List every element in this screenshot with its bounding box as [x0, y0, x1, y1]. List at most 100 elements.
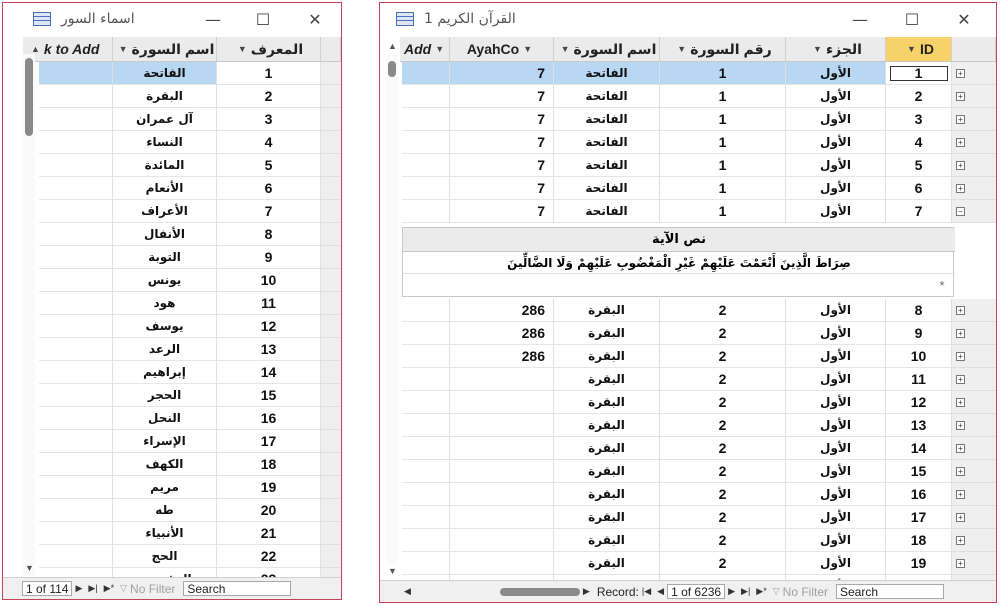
id-cell[interactable]: 12: [217, 315, 321, 338]
click-to-add-cell[interactable]: [402, 177, 450, 200]
id-cell[interactable]: 6: [886, 177, 952, 200]
row-selector[interactable]: +: [952, 368, 996, 391]
surah-number-cell[interactable]: 1: [660, 200, 786, 223]
part-cell[interactable]: الأول: [786, 131, 886, 154]
surah-name-cell[interactable]: البقرة: [554, 552, 660, 575]
id-cell[interactable]: 16: [886, 483, 952, 506]
row-selector[interactable]: [321, 476, 341, 499]
scroll-right-icon[interactable]: ▶: [583, 586, 590, 597]
surah-name-cell[interactable]: البقرة: [554, 322, 660, 345]
ayah-count-cell[interactable]: [450, 437, 554, 460]
ayah-count-cell[interactable]: 7: [450, 62, 554, 85]
part-cell[interactable]: الأول: [786, 345, 886, 368]
row-selector[interactable]: +: [952, 345, 996, 368]
part-cell[interactable]: الأول: [786, 460, 886, 483]
header-id[interactable]: ▼ ID: [886, 37, 952, 62]
surah-name-cell[interactable]: الإسراء: [113, 430, 217, 453]
surah-number-cell[interactable]: 2: [660, 414, 786, 437]
ayah-count-cell[interactable]: [450, 368, 554, 391]
id-cell[interactable]: 7: [886, 200, 952, 223]
id-cell[interactable]: 3: [886, 108, 952, 131]
click-to-add-cell[interactable]: [402, 299, 450, 322]
part-cell[interactable]: الأول: [786, 391, 886, 414]
part-cell[interactable]: الأول: [786, 506, 886, 529]
part-cell[interactable]: الأول: [786, 200, 886, 223]
row-selector[interactable]: [321, 453, 341, 476]
vertical-scrollbar-track[interactable]: [23, 54, 35, 576]
expand-icon[interactable]: +: [956, 115, 965, 124]
surah-number-cell[interactable]: 2: [660, 552, 786, 575]
row-selector[interactable]: [321, 62, 341, 85]
expand-icon[interactable]: +: [956, 375, 965, 384]
click-to-add-cell[interactable]: [402, 483, 450, 506]
id-cell[interactable]: 7: [217, 200, 321, 223]
id-cell[interactable]: 19: [217, 476, 321, 499]
row-selector[interactable]: [321, 407, 341, 430]
click-to-add-cell[interactable]: [39, 108, 113, 131]
surah-number-cell[interactable]: 2: [660, 368, 786, 391]
click-to-add-cell[interactable]: [402, 62, 450, 85]
row-selector[interactable]: +: [952, 322, 996, 345]
click-to-add-cell[interactable]: [39, 246, 113, 269]
click-to-add-cell[interactable]: [39, 223, 113, 246]
surah-name-cell[interactable]: البقرة: [554, 483, 660, 506]
row-selector[interactable]: +: [952, 154, 996, 177]
ayah-count-cell[interactable]: [450, 506, 554, 529]
new-row-icon[interactable]: *: [933, 274, 951, 296]
ayah-count-cell[interactable]: 7: [450, 131, 554, 154]
surah-name-cell[interactable]: البقرة: [554, 414, 660, 437]
expand-icon[interactable]: +: [956, 352, 965, 361]
ayah-count-cell[interactable]: [450, 483, 554, 506]
row-selector[interactable]: +: [952, 552, 996, 575]
id-cell[interactable]: 15: [217, 384, 321, 407]
surah-name-cell[interactable]: البقرة: [554, 368, 660, 391]
click-to-add-cell[interactable]: [39, 338, 113, 361]
subdatasheet-header[interactable]: نص الآية: [403, 228, 955, 252]
surah-name-cell[interactable]: المائدة: [113, 154, 217, 177]
click-to-add-cell[interactable]: [39, 430, 113, 453]
row-selector[interactable]: +: [952, 483, 996, 506]
surah-name-cell[interactable]: البقرة: [554, 460, 660, 483]
click-to-add-cell[interactable]: [402, 200, 450, 223]
title-bar[interactable]: اسماء السور — ☐ ✕: [3, 3, 341, 36]
header-surah-name[interactable]: ▼ اسم السورة: [113, 37, 217, 62]
dropdown-arrow-icon[interactable]: ▼: [677, 44, 686, 54]
click-to-add-cell[interactable]: [402, 131, 450, 154]
id-cell[interactable]: 10: [217, 269, 321, 292]
scroll-down-arrow-icon[interactable]: ▼: [25, 563, 34, 573]
id-cell[interactable]: 1: [886, 62, 952, 85]
surah-number-cell[interactable]: 1: [660, 131, 786, 154]
expand-icon[interactable]: +: [956, 306, 965, 315]
next-record-icon[interactable]: ▶: [728, 586, 735, 597]
id-cell[interactable]: 8: [886, 299, 952, 322]
surah-name-cell[interactable]: الفاتحة: [554, 85, 660, 108]
surah-number-cell[interactable]: 2: [660, 391, 786, 414]
dropdown-arrow-icon[interactable]: ▼: [119, 44, 128, 54]
surah-name-cell[interactable]: البقرة: [113, 85, 217, 108]
row-selector[interactable]: [321, 522, 341, 545]
scroll-left-icon[interactable]: ◀: [404, 586, 411, 597]
expand-icon[interactable]: +: [956, 490, 965, 499]
previous-record-icon[interactable]: ◀: [657, 586, 664, 597]
click-to-add-cell[interactable]: [39, 522, 113, 545]
next-record-icon[interactable]: ▶: [75, 583, 82, 594]
last-record-icon[interactable]: ▶|: [88, 583, 97, 594]
surah-name-cell[interactable]: الفاتحة: [554, 131, 660, 154]
surah-name-cell[interactable]: الرعد: [113, 338, 217, 361]
id-cell[interactable]: 14: [886, 437, 952, 460]
part-cell[interactable]: الأول: [786, 368, 886, 391]
minimize-button[interactable]: —: [199, 7, 227, 31]
expand-icon[interactable]: +: [956, 536, 965, 545]
row-selector[interactable]: +: [952, 414, 996, 437]
filter-status[interactable]: No Filter: [130, 582, 175, 596]
id-cell[interactable]: 2: [217, 85, 321, 108]
surah-number-cell[interactable]: 1: [660, 108, 786, 131]
id-cell[interactable]: 12: [886, 391, 952, 414]
ayah-count-cell[interactable]: 7: [450, 154, 554, 177]
row-selector[interactable]: +: [952, 131, 996, 154]
id-cell[interactable]: 16: [217, 407, 321, 430]
surah-number-cell[interactable]: 2: [660, 483, 786, 506]
expand-icon[interactable]: +: [956, 444, 965, 453]
id-cell[interactable]: 5: [217, 154, 321, 177]
row-selector[interactable]: [321, 200, 341, 223]
